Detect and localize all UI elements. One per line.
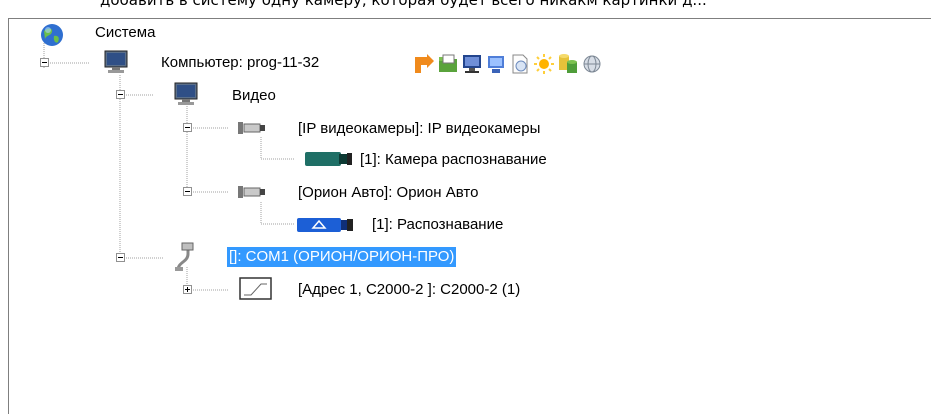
- tree-item-camera-recognition[interactable]: [1]: Камера распознавание: [358, 150, 549, 170]
- tree-item-orion-auto[interactable]: [Орион Авто]: Орион Авто: [296, 183, 480, 203]
- document-icon[interactable]: [509, 53, 531, 75]
- camera-group-icon: [238, 186, 265, 198]
- tree-item-video[interactable]: Видео: [230, 86, 278, 106]
- globe-icon: [41, 24, 63, 46]
- instruction-text: добавить в систему одну камеру, которая …: [100, 0, 707, 9]
- arrow-icon[interactable]: [413, 53, 435, 75]
- camera-icon: [305, 152, 352, 166]
- com-port-icon: [175, 242, 194, 271]
- tree-item-computer[interactable]: Компьютер: prog-11-32: [159, 53, 321, 73]
- recognition-camera-icon: [297, 218, 353, 232]
- device-icon: [239, 277, 272, 300]
- tree-item-system[interactable]: Система: [93, 23, 157, 43]
- tree-item-recognition[interactable]: [1]: Распознавание: [370, 215, 505, 235]
- tree-item-com-port[interactable]: []: COM1 (ОРИОН/ОРИОН-ПРО): [227, 247, 457, 267]
- tree-view[interactable]: Система Компьютер: prog-11-32 Видео [IP …: [8, 18, 931, 414]
- tree-item-ip-cameras[interactable]: [IP видеокамеры]: IP видеокамеры: [296, 119, 542, 139]
- collapse-toggle-orion-auto[interactable]: [183, 187, 192, 196]
- folder-icon[interactable]: [437, 53, 459, 75]
- database-icon[interactable]: [557, 53, 579, 75]
- video-monitor-icon: [174, 82, 198, 105]
- collapse-toggle-computer[interactable]: [40, 58, 49, 67]
- collapse-toggle-ip-cameras[interactable]: [183, 123, 192, 132]
- computer-icon: [104, 50, 128, 73]
- globe-small-icon[interactable]: [581, 53, 603, 75]
- collapse-toggle-video[interactable]: [116, 90, 125, 99]
- monitor-icon[interactable]: [461, 53, 483, 75]
- expand-toggle-address[interactable]: [183, 285, 192, 294]
- display-icon[interactable]: [485, 53, 507, 75]
- tree-item-address[interactable]: [Адрес 1, С2000-2 ]: С2000-2 (1): [296, 280, 522, 300]
- sun-icon[interactable]: [533, 53, 555, 75]
- camera-group-icon: [238, 122, 265, 134]
- collapse-toggle-com-port[interactable]: [116, 253, 125, 262]
